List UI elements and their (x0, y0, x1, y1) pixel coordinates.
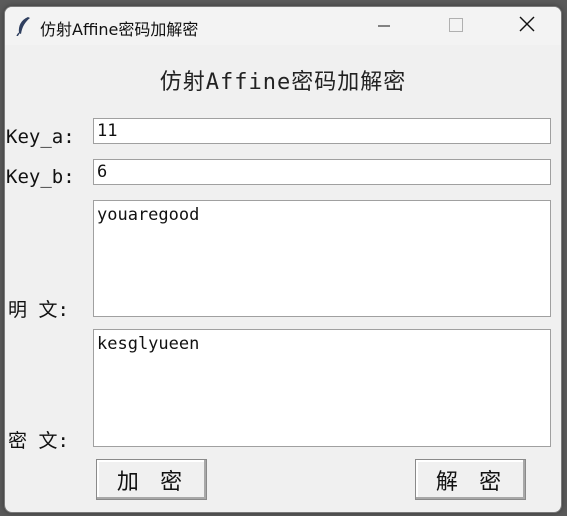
key-b-label: Key_b: (6, 166, 75, 188)
page-title: 仿射Affine密码加解密 (159, 70, 407, 95)
ciphertext-textarea[interactable]: kesglyueen (93, 329, 551, 447)
key-a-label: Key_a: (6, 126, 75, 148)
feather-icon (15, 16, 33, 37)
maximize-button[interactable] (433, 7, 479, 45)
ciphertext-label: 密 文: (8, 430, 69, 452)
app-window: 仿射Affine密码加解密 仿射Affine密码加解密 Key_a: 11 Ke… (4, 6, 562, 513)
close-icon (519, 16, 535, 36)
close-button[interactable] (504, 7, 550, 45)
window-title: 仿射Affine密码加解密 (40, 20, 199, 39)
minimize-icon (378, 17, 390, 36)
key-b-input[interactable]: 6 (93, 159, 551, 185)
plaintext-textarea[interactable]: youaregood (93, 200, 551, 317)
maximize-icon (449, 17, 463, 36)
title-bar[interactable]: 仿射Affine密码加解密 (5, 7, 561, 45)
decrypt-button[interactable]: 解 密 (415, 459, 526, 500)
encrypt-button[interactable]: 加 密 (96, 459, 207, 500)
minimize-button[interactable] (361, 7, 407, 45)
plaintext-label: 明 文: (8, 299, 69, 321)
key-a-input[interactable]: 11 (93, 118, 551, 144)
